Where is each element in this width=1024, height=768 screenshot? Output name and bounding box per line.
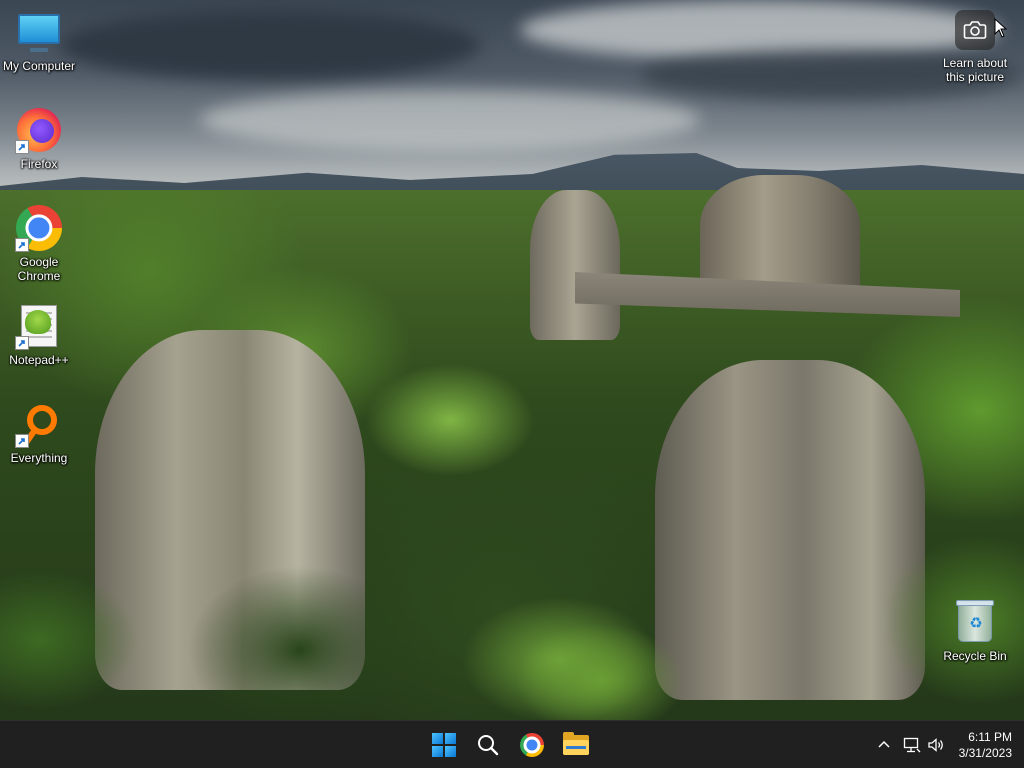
desktop-icon-everything[interactable]: Everything bbox=[0, 400, 78, 465]
recycle-bin-icon: ♻ bbox=[951, 598, 999, 646]
clock-button[interactable]: 6:11 PM 3/31/2023 bbox=[951, 729, 1024, 761]
file-explorer-button[interactable] bbox=[556, 725, 596, 765]
chevron-up-icon bbox=[878, 740, 890, 748]
desktop-icon-label: Notepad++ bbox=[9, 353, 69, 367]
clock-time: 6:11 PM bbox=[968, 730, 1012, 744]
desktop-icon-notepadpp[interactable]: Notepad++ bbox=[0, 302, 78, 367]
system-tray: 6:11 PM 3/31/2023 bbox=[871, 721, 1024, 768]
search-button[interactable] bbox=[468, 725, 508, 765]
wallpaper-cloud bbox=[200, 90, 700, 150]
taskbar: 6:11 PM 3/31/2023 bbox=[0, 720, 1024, 768]
firefox-icon bbox=[15, 106, 63, 154]
volume-icon bbox=[927, 738, 943, 752]
desktop-icon-label: My Computer bbox=[2, 59, 76, 73]
desktop-icon-label: Recycle Bin bbox=[943, 649, 1007, 663]
desktop-icon-my-computer[interactable]: My Computer bbox=[0, 8, 78, 73]
start-button[interactable] bbox=[424, 725, 464, 765]
shortcut-arrow-icon bbox=[15, 140, 29, 154]
taskbar-chrome-button[interactable] bbox=[512, 725, 552, 765]
network-icon bbox=[903, 737, 921, 753]
chrome-icon bbox=[520, 733, 544, 757]
network-volume-button[interactable] bbox=[897, 729, 951, 761]
desktop-wallpaper[interactable] bbox=[0, 0, 1024, 720]
desktop-icon-firefox[interactable]: Firefox bbox=[0, 106, 78, 171]
everything-icon bbox=[15, 400, 63, 448]
monitor-icon bbox=[15, 8, 63, 56]
recycle-symbol-icon: ♻ bbox=[969, 614, 983, 632]
notepadpp-icon bbox=[15, 302, 63, 350]
shortcut-arrow-icon bbox=[15, 336, 29, 350]
show-hidden-icons-button[interactable] bbox=[871, 729, 897, 761]
windows-start-icon bbox=[432, 733, 456, 757]
shortcut-arrow-icon bbox=[15, 238, 29, 252]
taskbar-pinned-apps bbox=[424, 721, 596, 768]
learn-about-picture-label: Learn about this picture bbox=[942, 56, 1008, 84]
shortcut-arrow-icon bbox=[15, 434, 29, 448]
wallpaper-cloud bbox=[60, 10, 480, 80]
clock-date: 3/31/2023 bbox=[958, 746, 1012, 760]
desktop-icon-recycle-bin[interactable]: ♻ Recycle Bin bbox=[936, 598, 1014, 663]
search-icon bbox=[478, 735, 499, 756]
desktop-icon-google-chrome[interactable]: Google Chrome bbox=[0, 204, 78, 283]
mouse-pointer-icon bbox=[994, 17, 1008, 38]
desktop-icon-label: Google Chrome bbox=[17, 255, 61, 283]
desktop-icon-label: Everything bbox=[10, 451, 68, 465]
wallpaper-trees bbox=[0, 520, 1024, 720]
desktop-icon-label: Firefox bbox=[20, 157, 58, 171]
file-explorer-icon bbox=[563, 732, 589, 755]
wallpaper-rock bbox=[530, 190, 620, 340]
chrome-icon bbox=[15, 204, 63, 252]
camera-icon[interactable] bbox=[955, 10, 995, 50]
